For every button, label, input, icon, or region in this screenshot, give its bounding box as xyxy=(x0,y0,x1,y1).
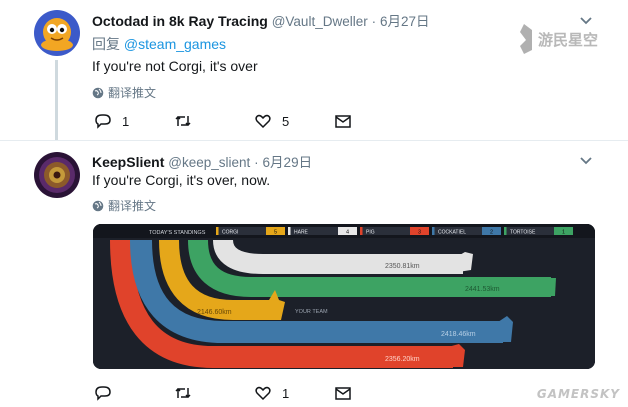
standing-value: 2 xyxy=(490,230,493,236)
watermark-top-text: 游民星空 xyxy=(538,31,598,49)
globe-icon xyxy=(92,87,104,98)
distance-tortoise: 2441.53km xyxy=(465,286,500,293)
display-name[interactable]: KeepSlient xyxy=(92,154,164,170)
standing-color-swatch xyxy=(504,227,507,235)
tweet-date[interactable]: 6月29日 xyxy=(263,155,313,170)
tweet-text: If you're not Corgi, it's over xyxy=(92,58,258,74)
standing-name: TORTOISE xyxy=(510,230,536,236)
reply-icon xyxy=(95,114,111,129)
standing-corgi: CORGI 5 xyxy=(216,227,285,236)
translate-label: 翻译推文 xyxy=(108,199,157,213)
standing-cockatiel: COCKATIEL 2 xyxy=(432,227,501,236)
distance-hare: 2350.81km xyxy=(385,263,420,270)
standings-list: CORGI 5 HARE 4 PIG 3 COCKATIEL 2 TORTOISE 1 xyxy=(216,227,573,236)
standing-name: PIG xyxy=(366,230,375,236)
retweet-icon xyxy=(175,387,191,399)
reply-button[interactable] xyxy=(94,384,122,402)
standing-value: 5 xyxy=(274,230,277,236)
retweet-icon xyxy=(175,115,191,127)
tweet-actions: 1 5 xyxy=(94,112,364,134)
race-standings-graphic: TODAY'S STANDINGS CORGI 5 HARE 4 PIG 3 COCKATI… xyxy=(93,224,595,369)
tweet-image[interactable]: TODAY'S STANDINGS CORGI 5 HARE 4 PIG 3 COCKATI… xyxy=(93,224,595,369)
standing-value: 1 xyxy=(562,230,565,236)
dm-button[interactable] xyxy=(334,384,352,402)
avatar[interactable] xyxy=(34,10,80,56)
display-name[interactable]: Octodad in 8k Ray Tracing xyxy=(92,13,268,29)
standing-color-swatch xyxy=(216,227,219,235)
gamersky-logo-icon xyxy=(520,24,532,54)
tweet-date[interactable]: 6月27日 xyxy=(380,14,430,29)
chevron-down-icon[interactable] xyxy=(578,152,594,168)
reply-prefix: 回复 xyxy=(92,36,120,52)
tweet-header: KeepSlient @keep_slient · 6月29日 xyxy=(92,151,312,171)
avatar[interactable] xyxy=(34,152,80,198)
handle[interactable]: @Vault_Dweller xyxy=(272,14,368,29)
like-count: 1 xyxy=(282,385,290,401)
reply-context: 回复 @steam_games xyxy=(92,34,226,54)
standing-tortoise: TORTOISE 1 xyxy=(504,227,573,236)
globe-icon xyxy=(92,200,104,211)
standing-value: 4 xyxy=(346,230,349,236)
dm-button[interactable] xyxy=(334,112,352,130)
tweet-text: If you're Corgi, it's over, now. xyxy=(92,172,271,188)
distance-pig: 2356.20km xyxy=(385,356,420,363)
retweet-button[interactable] xyxy=(174,112,202,130)
reply-to-link[interactable]: @steam_games xyxy=(124,36,226,52)
tortoise-head xyxy=(548,278,556,296)
retweet-button[interactable] xyxy=(174,384,202,402)
tweet-actions: 1 xyxy=(94,384,364,406)
standing-pig: PIG 3 xyxy=(360,227,429,236)
translate-tweet[interactable]: 翻译推文 xyxy=(92,197,156,214)
standing-color-swatch xyxy=(432,227,435,235)
envelope-icon xyxy=(335,115,351,128)
like-button[interactable]: 5 xyxy=(254,112,289,130)
reply-button[interactable]: 1 xyxy=(94,112,129,130)
separator: · xyxy=(254,155,259,170)
handle[interactable]: @keep_slient xyxy=(168,155,250,170)
hare-head xyxy=(458,252,473,272)
distance-corgi: 2146.60km xyxy=(197,309,232,316)
standings-title: TODAY'S STANDINGS xyxy=(149,230,206,236)
standing-name: COCKATIEL xyxy=(438,230,466,236)
like-button[interactable]: 1 xyxy=(254,384,289,402)
envelope-icon xyxy=(335,387,351,400)
standing-color-swatch xyxy=(288,227,291,235)
translate-label: 翻译推文 xyxy=(108,86,157,100)
distance-cockatiel: 2418.46km xyxy=(441,331,476,338)
standing-value: 3 xyxy=(418,230,421,236)
reply-icon xyxy=(95,386,111,401)
watermark-logo: 游民星空 xyxy=(518,20,614,58)
reply-count: 1 xyxy=(122,113,130,129)
standing-hare: HARE 4 xyxy=(288,227,357,236)
watermark-bottom-text: GAMERSKY xyxy=(536,387,620,401)
translate-tweet[interactable]: 翻译推文 xyxy=(92,84,156,101)
heart-icon xyxy=(255,386,271,401)
standing-color-swatch xyxy=(360,227,363,235)
your-team-label: YOUR TEAM xyxy=(295,309,328,315)
pig-head xyxy=(448,344,465,367)
standing-name: HARE xyxy=(294,230,309,236)
thread-line xyxy=(55,60,58,140)
tweet-2: KeepSlient @keep_slient · 6月29日 If you'r… xyxy=(0,140,628,407)
tweet-header: Octodad in 8k Ray Tracing @Vault_Dweller… xyxy=(92,10,430,30)
heart-icon xyxy=(255,114,271,129)
standing-name: CORGI xyxy=(222,230,238,236)
like-count: 5 xyxy=(282,113,290,129)
separator: · xyxy=(371,14,377,29)
